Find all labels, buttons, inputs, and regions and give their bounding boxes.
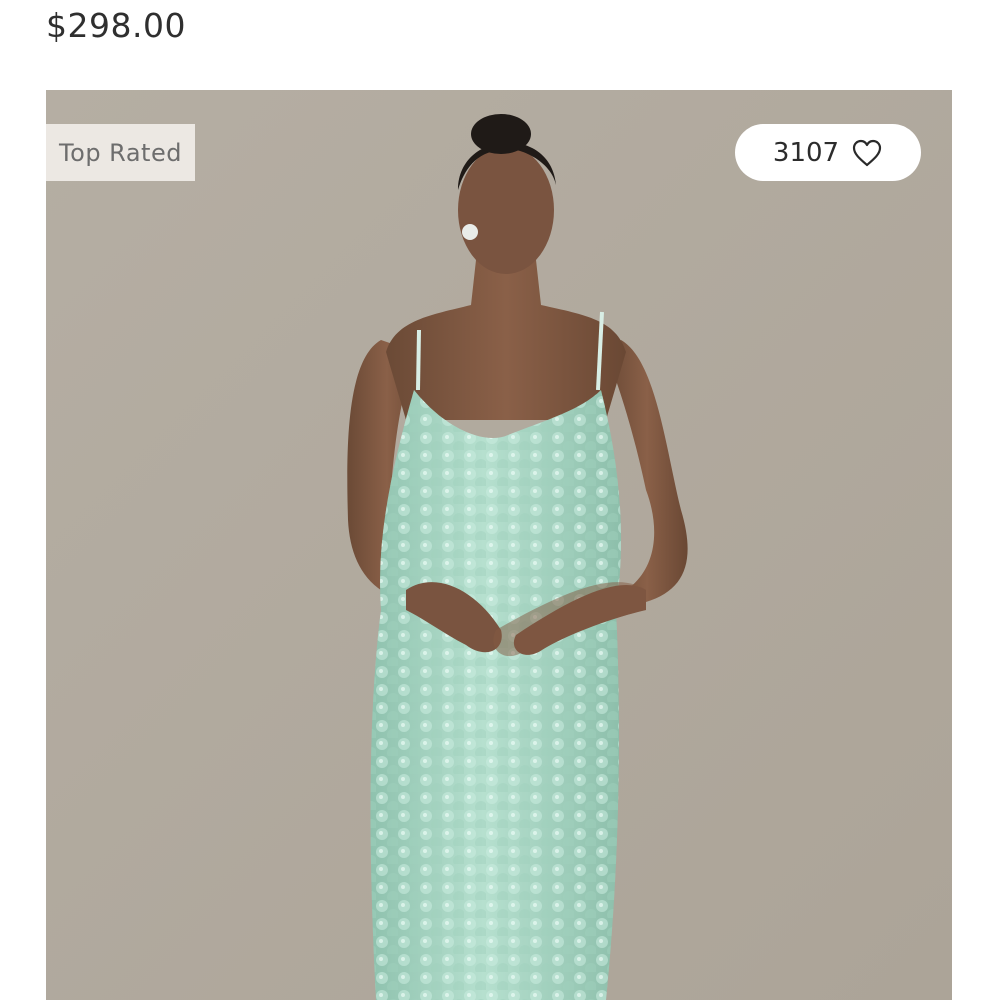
- heart-outline-icon: [852, 139, 882, 166]
- favorite-count: 3107: [772, 137, 840, 168]
- product-page: $298.00 Top Rated 3107: [0, 0, 1000, 1000]
- product-image[interactable]: [46, 90, 952, 1000]
- top-rated-badge: Top Rated: [46, 124, 195, 181]
- favorite-button[interactable]: 3107: [735, 124, 921, 181]
- model-photo-illustration: [46, 90, 952, 1000]
- product-price: $298.00: [46, 6, 186, 45]
